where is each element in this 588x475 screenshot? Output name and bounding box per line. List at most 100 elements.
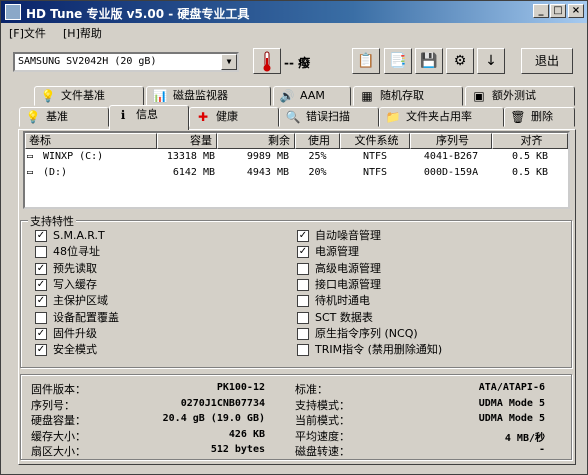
feature-label: 48位寻址 (53, 245, 100, 259)
feature-checkbox[interactable]: ✓ 安全模式 (35, 343, 97, 357)
checkbox-icon[interactable] (297, 327, 309, 340)
checkmark-icon[interactable]: ✓ (297, 230, 309, 242)
features-title: 支持特性 (28, 213, 76, 229)
tab-folder-usage[interactable]: 📁 文件夹占用率 (379, 107, 504, 127)
menu-file[interactable]: [F]文件 (9, 25, 46, 41)
col-header-capacity[interactable]: 容量 (157, 133, 217, 149)
feature-checkbox[interactable]: 高级电源管理 (297, 262, 381, 276)
volume-used: 25% (308, 151, 327, 162)
checkbox-icon[interactable] (297, 295, 309, 308)
volume-list[interactable]: 卷标 容量 剩余 使用 文件系统 序列号 对齐 ▭ WINXP (C:) 133… (23, 131, 570, 209)
info-value: UDMA Mode 5 (478, 413, 545, 424)
feature-checkbox[interactable]: 待机时通电 (297, 294, 370, 308)
minimize-button[interactable]: _ (533, 4, 549, 18)
close-button[interactable]: × (568, 4, 584, 18)
feature-checkbox[interactable]: 原生指令序列 (NCQ) (297, 327, 418, 341)
checkmark-icon[interactable]: ✓ (35, 278, 47, 291)
feature-checkbox[interactable]: ✓ 自动噪音管理 (297, 229, 381, 243)
feature-checkbox[interactable]: ✓ 固件升级 (35, 327, 97, 341)
feature-label: 预先读取 (53, 261, 97, 275)
info-label: 支持模式： (295, 398, 350, 412)
checkmark-icon[interactable]: ✓ (35, 295, 47, 308)
info-label: 序列号： (31, 398, 75, 412)
volume-free: 4943 MB (246, 167, 289, 178)
exit-button[interactable]: 退出 (521, 48, 573, 74)
title-bar[interactable]: HD Tune 专业版 v5.00 - 硬盘专业工具 _ □ × (1, 1, 587, 23)
checkbox-icon[interactable] (35, 246, 47, 259)
tab-error-scan[interactable]: 🔍 错误扫描 (279, 107, 379, 127)
feature-label: SCT 数据表 (315, 310, 373, 324)
volume-filesystem: NTFS (362, 151, 388, 162)
tab-label: 文件基准 (61, 89, 105, 102)
col-header-free[interactable]: 剩余 (217, 133, 295, 149)
feature-label: 主保护区域 (53, 294, 108, 308)
checkmark-icon[interactable]: ✓ (35, 230, 47, 242)
feature-label: 待机时通电 (315, 294, 370, 308)
feature-checkbox[interactable]: 设备配置覆盖 (35, 311, 119, 325)
checkbox-icon[interactable] (297, 311, 309, 324)
tab-label: 文件夹占用率 (406, 110, 472, 123)
temperature-button[interactable] (253, 48, 281, 74)
feature-checkbox[interactable]: ✓ 写入缓存 (35, 278, 97, 292)
checkmark-icon[interactable]: ✓ (35, 327, 47, 340)
volume-alignment: 0.5 KB (511, 151, 549, 162)
feature-label: 固件升级 (53, 326, 97, 340)
tab-file-benchmark[interactable]: 💡 文件基准 (34, 86, 144, 106)
checkmark-icon[interactable]: ✓ (297, 246, 309, 259)
tab-info[interactable]: ℹ 信息 (109, 105, 189, 130)
col-header-serial[interactable]: 序列号 (410, 133, 492, 149)
tab-label: 额外测试 (492, 89, 536, 102)
checkbox-icon[interactable] (35, 311, 47, 324)
speaker-icon: 🔊 (279, 89, 295, 103)
feature-label: 设备配置覆盖 (53, 310, 119, 324)
checkbox-icon[interactable] (297, 278, 309, 291)
tab-extra-tests[interactable]: ▣ 额外测试 (465, 86, 575, 106)
volume-label: (D:) (43, 167, 68, 178)
feature-checkbox[interactable]: TRIM指令 (禁用删除通知) (297, 343, 442, 357)
volume-label: WINXP (C:) (43, 151, 104, 162)
info-value: ATA/ATAPI-6 (478, 382, 545, 393)
feature-label: 电源管理 (315, 245, 359, 259)
save-button[interactable]: 💾 (415, 48, 443, 74)
volume-free: 9989 MB (246, 151, 289, 162)
tab-benchmark[interactable]: 💡 基准 (19, 107, 109, 127)
tab-random-access[interactable]: ▦ 随机存取 (353, 86, 463, 106)
tab-aam[interactable]: 🔊 AAM (273, 86, 351, 106)
tab-disk-monitor[interactable]: 📊 磁盘监视器 (146, 86, 271, 106)
maximize-button[interactable]: □ (550, 4, 566, 18)
health-icon: ✚ (197, 110, 209, 124)
feature-checkbox[interactable]: ✓ S.M.A.R.T (35, 229, 105, 243)
tab-label: 删除 (531, 110, 553, 123)
tab-erase[interactable]: 🗑 删除 (504, 107, 575, 127)
checkbox-icon[interactable] (297, 344, 309, 357)
col-header-used[interactable]: 使用 (295, 133, 340, 149)
tab-health[interactable]: ✚ 健康 (189, 107, 279, 127)
col-header-filesystem[interactable]: 文件系统 (340, 133, 410, 149)
chevron-down-icon[interactable]: ▼ (221, 54, 237, 70)
drive-select-value: SAMSUNG SV2042H (20 gB) (18, 56, 157, 67)
feature-checkbox[interactable]: 接口电源管理 (297, 278, 381, 292)
options-icon: ⚙ (453, 53, 467, 69)
drive-select[interactable]: SAMSUNG SV2042H (20 gB) ▼ (13, 52, 239, 72)
feature-checkbox[interactable]: ✓ 电源管理 (297, 245, 359, 259)
col-header-label[interactable]: 卷标 (25, 133, 157, 149)
checkbox-icon[interactable] (297, 262, 309, 275)
copy-button[interactable]: 📋 (352, 48, 380, 74)
checkmark-icon[interactable]: ✓ (35, 262, 47, 275)
checkmark-icon[interactable]: ✓ (35, 344, 47, 357)
info-label: 硬盘容量： (31, 414, 86, 427)
tab-label: 磁盘监视器 (173, 89, 228, 102)
feature-checkbox[interactable]: SCT 数据表 (297, 311, 373, 325)
feature-checkbox[interactable]: 48位寻址 (35, 245, 100, 259)
feature-checkbox[interactable]: ✓ 预先读取 (35, 262, 97, 276)
trash-icon: 🗑 (510, 110, 526, 124)
menu-help[interactable]: [H]帮助 (63, 25, 102, 41)
extra-icon: ▣ (473, 89, 485, 103)
copy-all-button[interactable]: 📑 (384, 48, 412, 74)
save-icon: 💾 (420, 53, 438, 69)
screenshot-button[interactable]: ↓ (477, 48, 505, 74)
feature-checkbox[interactable]: ✓ 主保护区域 (35, 294, 108, 308)
options-button[interactable]: ⚙ (446, 48, 474, 74)
info-label: 平均速度： (295, 429, 350, 443)
col-header-alignment[interactable]: 对齐 (492, 133, 568, 149)
